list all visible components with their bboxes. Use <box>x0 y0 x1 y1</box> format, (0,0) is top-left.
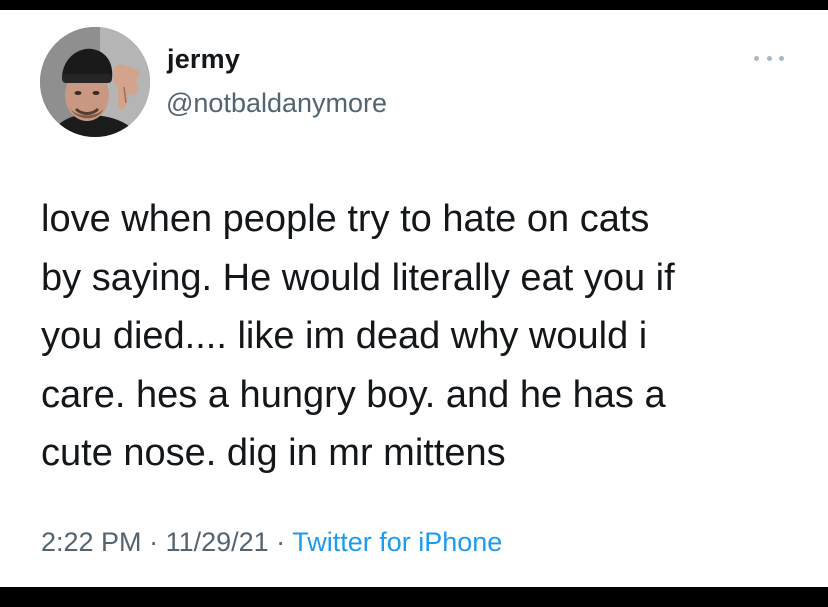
display-name[interactable]: jermy <box>167 44 240 75</box>
tweet-time[interactable]: 2:22 PM <box>41 527 142 557</box>
user-handle[interactable]: @notbaldanymore <box>166 88 387 119</box>
tweet-text: love when people try to hate on cats by … <box>41 198 675 474</box>
dot-icon <box>766 55 772 61</box>
more-options-icon[interactable] <box>754 52 784 64</box>
tweet-metadata: 2:22 PM · 11/29/21 · Twitter for iPhone <box>41 527 502 558</box>
meta-separator: · <box>141 527 166 557</box>
meta-separator: · <box>268 527 293 557</box>
dot-icon <box>754 55 759 61</box>
avatar-image <box>40 27 150 137</box>
tweet-source-link[interactable]: Twitter for iPhone <box>292 527 502 557</box>
avatar[interactable] <box>40 27 150 137</box>
tweet-date[interactable]: 11/29/21 <box>166 527 269 557</box>
dot-icon <box>779 55 784 61</box>
tweet-card: jermy @notbaldanymore love when people t… <box>0 10 828 587</box>
